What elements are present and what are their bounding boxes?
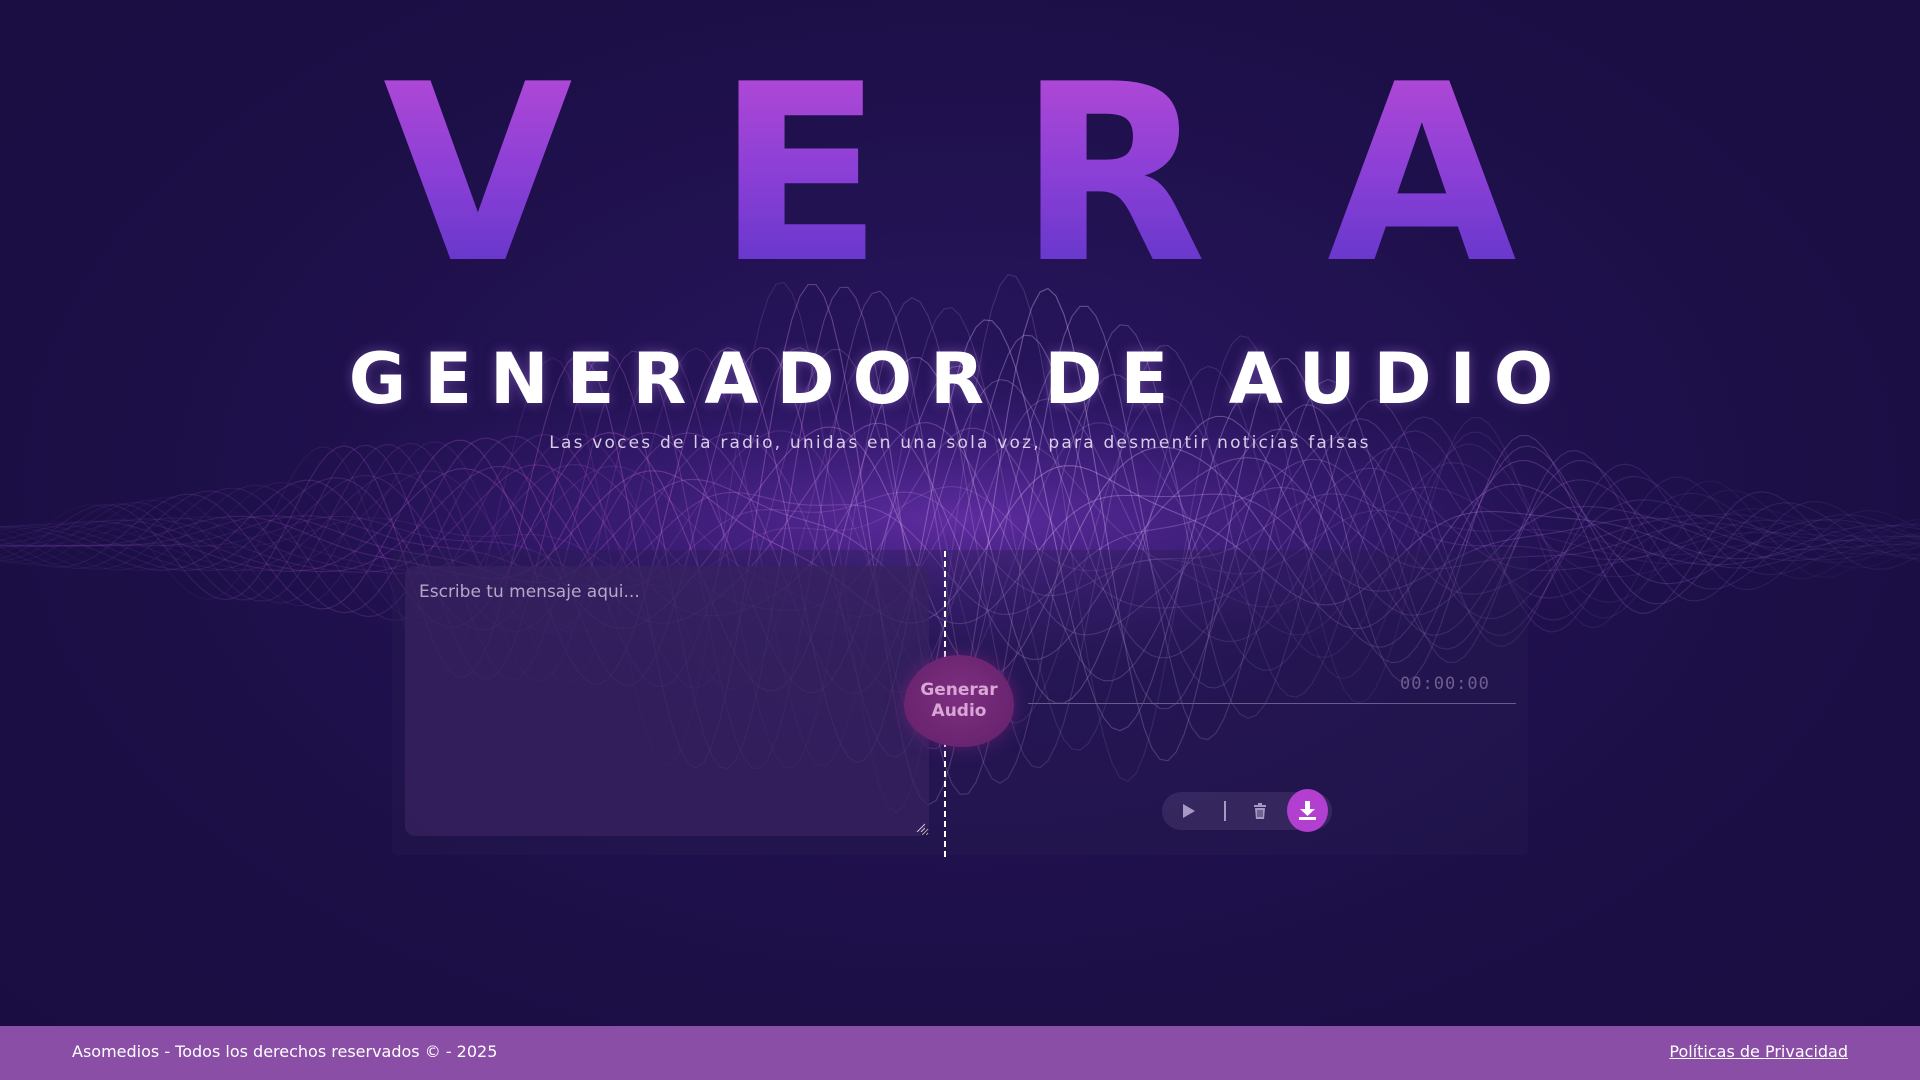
footer: Asomedios - Todos los derechos reservado… — [0, 1026, 1920, 1080]
title-letter-r: R — [1018, 32, 1207, 317]
generate-audio-button[interactable]: Generar Audio — [904, 655, 1014, 747]
play-icon — [1183, 804, 1195, 818]
page-subtitle: Las voces de la radio, unidas en una sol… — [549, 433, 1371, 453]
title-letter-a: A — [1327, 32, 1517, 317]
generate-audio-label-line1: Generar — [920, 680, 998, 700]
page: V E R A GENERADOR DE AUDIO Las voces de … — [0, 0, 1920, 1080]
title-letter-v: V — [383, 32, 573, 317]
play-button[interactable] — [1178, 801, 1198, 821]
trash-icon — [1254, 803, 1266, 819]
controls-separator — [1224, 801, 1226, 821]
download-icon — [1299, 801, 1316, 820]
page-heading: GENERADOR DE AUDIO — [348, 338, 1572, 420]
audio-timer: 00:00:00 — [1400, 674, 1490, 694]
title-letter-e: E — [716, 32, 884, 317]
footer-copyright: Asomedios - Todos los derechos reservado… — [72, 1042, 498, 1061]
generate-audio-label-line2: Audio — [931, 701, 987, 721]
download-button[interactable] — [1287, 789, 1328, 832]
message-input[interactable] — [405, 566, 929, 836]
resize-grip-icon[interactable] — [915, 822, 925, 832]
audio-timeline[interactable] — [1028, 703, 1516, 704]
delete-button[interactable] — [1250, 801, 1270, 821]
privacy-policy-link[interactable]: Políticas de Privacidad — [1669, 1042, 1848, 1061]
soundwave-background — [0, 274, 1920, 814]
